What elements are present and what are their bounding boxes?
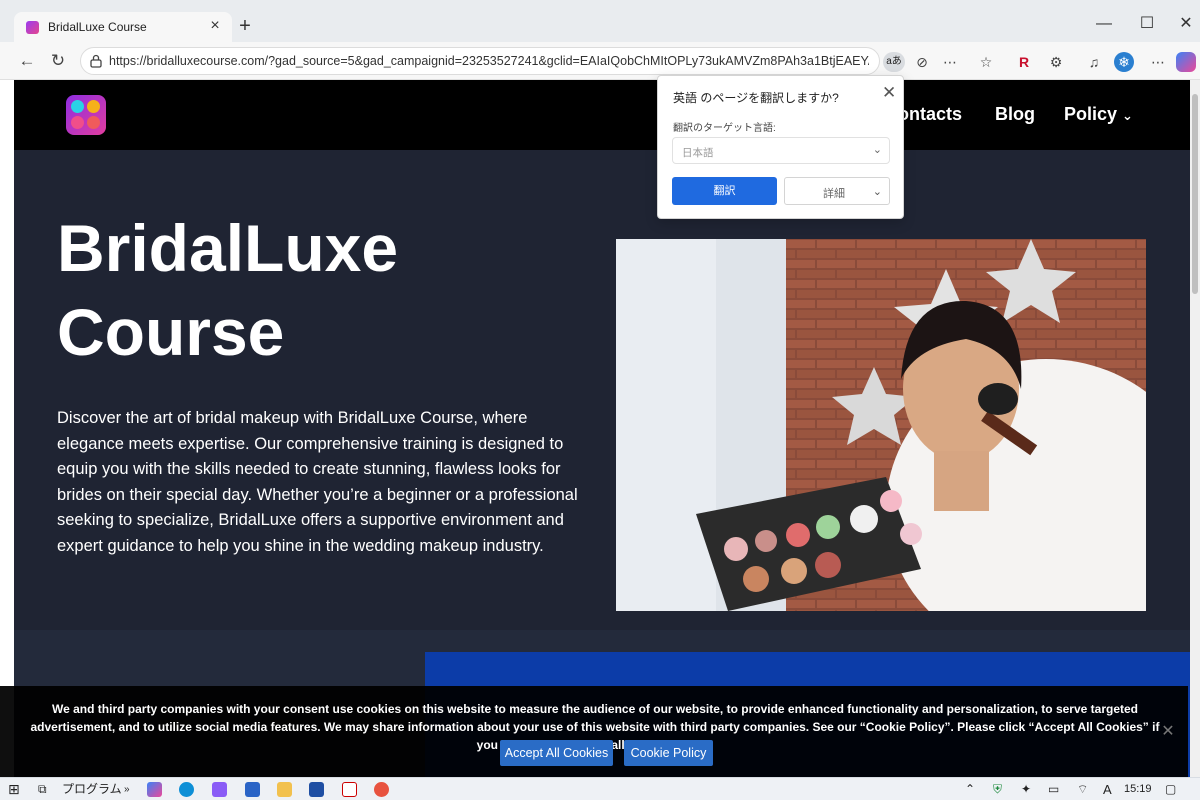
copilot-app-icon[interactable] bbox=[147, 782, 162, 797]
close-tab-icon[interactable]: × bbox=[206, 17, 224, 35]
file-explorer-icon[interactable] bbox=[277, 782, 292, 797]
close-cookie-banner-icon[interactable]: ✕ bbox=[1160, 724, 1176, 740]
show-hidden-icons-icon[interactable]: ⌃ bbox=[965, 781, 975, 798]
hero-photo bbox=[616, 239, 1146, 611]
minimize-button[interactable]: — bbox=[1090, 14, 1118, 34]
target-language-select[interactable]: 日本語 ⌄ bbox=[672, 137, 890, 164]
rakuten-extension-icon[interactable]: R bbox=[1014, 52, 1034, 72]
logo-dot-cyan-icon bbox=[71, 100, 84, 113]
start-windows-icon[interactable]: ⊞ bbox=[8, 781, 24, 798]
browser-toolbar: ← ↻ https://bridalluxecourse.com/?gad_so… bbox=[0, 42, 1200, 80]
reload-icon[interactable]: ↻ bbox=[48, 51, 68, 71]
site-header: ontacts Blog Policy ⌄ bbox=[14, 80, 1190, 150]
tab-bridalluxe[interactable]: BridalLuxe Course × bbox=[14, 12, 232, 42]
maximize-button[interactable]: ☐ bbox=[1133, 14, 1161, 34]
security-shield-icon[interactable]: ⛨ bbox=[993, 781, 1002, 798]
scrollbar-thumb[interactable] bbox=[1192, 94, 1198, 294]
app-icon-blue[interactable] bbox=[309, 782, 324, 797]
app-icon-red-cross[interactable] bbox=[342, 782, 357, 797]
chevron-down-icon: ⌄ bbox=[872, 144, 882, 156]
target-language-value: 日本語 bbox=[682, 147, 714, 159]
task-view-icon[interactable]: ⧉ bbox=[38, 781, 54, 798]
target-language-label: 翻訳のターゲット言語: bbox=[673, 123, 776, 134]
translate-popup: 英語 のページを翻訳しますか? ✕ 翻訳のターゲット言語: 日本語 ⌄ 翻訳 詳… bbox=[657, 75, 904, 219]
lock-icon bbox=[90, 54, 102, 68]
chevron-down-icon: ⌄ bbox=[1122, 108, 1133, 123]
cookie-banner: We and third party companies with your c… bbox=[0, 686, 1188, 777]
new-tab-button[interactable]: + bbox=[236, 16, 254, 36]
translate-page-icon[interactable]: aあ bbox=[883, 52, 905, 72]
url-text[interactable]: https://bridalluxecourse.com/?gad_source… bbox=[109, 54, 869, 68]
nav-link-blog[interactable]: Blog bbox=[995, 104, 1035, 125]
nav-link-policy[interactable]: Policy ⌄ bbox=[1064, 104, 1133, 125]
chevron-down-icon: ⌄ bbox=[872, 186, 882, 198]
extensions-icon[interactable]: ⚙ bbox=[1046, 52, 1066, 72]
close-window-button[interactable]: ✕ bbox=[1172, 14, 1200, 34]
favorites-icon[interactable]: ♫ bbox=[1084, 52, 1104, 72]
edge-app-icon[interactable] bbox=[179, 782, 194, 797]
translate-button[interactable]: 翻訳 bbox=[672, 177, 777, 205]
app-tray-icon[interactable]: ✦ bbox=[1021, 781, 1031, 798]
hero-section: BridalLuxe Course Discover the art of br… bbox=[14, 150, 1190, 630]
settings-more-icon[interactable]: ⋯ bbox=[1148, 52, 1168, 72]
notifications-icon[interactable]: ▢ bbox=[1165, 781, 1176, 798]
hero-title: BridalLuxe Course bbox=[57, 211, 399, 369]
toolbar-overflow-icon[interactable]: » bbox=[124, 781, 130, 798]
page-viewport: ontacts Blog Policy ⌄ BridalLuxe Course … bbox=[14, 80, 1190, 777]
windows-taskbar: ⊞ ⧉ プログラム » ⌃ ⛨ ✦ ▭ ⌔ A 15:19 ▢ bbox=[0, 777, 1200, 800]
nav-link-policy-label: Policy bbox=[1064, 104, 1118, 124]
address-bar[interactable]: https://bridalluxecourse.com/?gad_source… bbox=[80, 47, 880, 75]
tracking-prevention-icon[interactable]: ⊘ bbox=[912, 52, 932, 72]
makeup-artist-photo-icon bbox=[616, 239, 1146, 611]
app-icon-purple[interactable] bbox=[212, 782, 227, 797]
clock-time[interactable]: 15:19 bbox=[1124, 781, 1152, 798]
ime-indicator[interactable]: A bbox=[1103, 781, 1112, 798]
copilot-icon[interactable] bbox=[1176, 52, 1196, 72]
logo-dot-pink-icon bbox=[71, 116, 84, 129]
hero-description: Discover the art of bridal makeup with B… bbox=[57, 409, 578, 555]
battery-icon[interactable]: ▭ bbox=[1048, 781, 1059, 798]
programs-toolbar-label[interactable]: プログラム bbox=[62, 781, 122, 798]
more-icon[interactable]: ⋯ bbox=[940, 52, 960, 72]
site-favicon-icon bbox=[26, 21, 39, 34]
network-icon[interactable]: ⌔ bbox=[1077, 781, 1088, 798]
accept-all-cookies-button[interactable]: Accept All Cookies bbox=[500, 740, 613, 766]
nav-link-contacts[interactable]: ontacts bbox=[898, 104, 962, 125]
close-popup-icon[interactable]: ✕ bbox=[882, 83, 896, 103]
favorite-star-icon[interactable]: ☆ bbox=[976, 52, 996, 72]
page-scrollbar[interactable] bbox=[1190, 80, 1200, 777]
browser-tab-strip: BridalLuxe Course × + — ☐ ✕ bbox=[0, 0, 1200, 42]
cookie-policy-button[interactable]: Cookie Policy bbox=[624, 740, 713, 766]
more-options-button[interactable]: 詳細 ⌄ bbox=[784, 177, 890, 205]
tab-title: BridalLuxe Course bbox=[48, 20, 147, 34]
outlook-app-icon[interactable] bbox=[245, 782, 260, 797]
more-options-label: 詳細 bbox=[823, 188, 845, 200]
logo-dot-yellow-icon bbox=[87, 100, 100, 113]
translate-popup-title: 英語 のページを翻訳しますか? bbox=[673, 91, 839, 105]
site-logo-icon[interactable] bbox=[66, 95, 106, 135]
app-icon-orange[interactable] bbox=[374, 782, 389, 797]
profile-avatar-icon[interactable]: ❄ bbox=[1114, 52, 1134, 72]
logo-dot-red-icon bbox=[87, 116, 100, 129]
back-arrow-icon[interactable]: ← bbox=[17, 51, 37, 71]
